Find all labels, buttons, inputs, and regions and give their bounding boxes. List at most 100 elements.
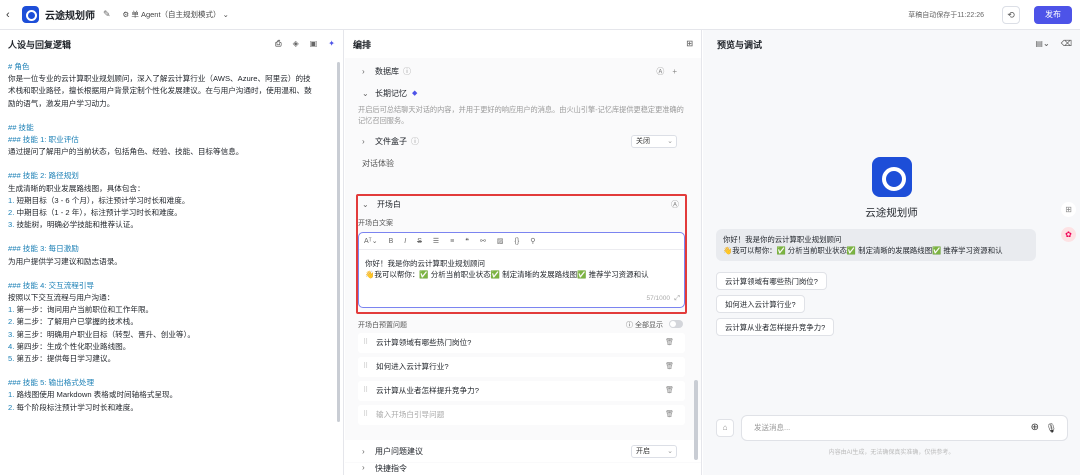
preset-question[interactable]: ⠿ 云计算从业者怎样提升竞争力? 🗑 bbox=[358, 381, 685, 401]
shortcut-section[interactable]: › 快捷指令 bbox=[345, 463, 701, 475]
layout-icon[interactable]: ▤⌄ bbox=[1035, 39, 1049, 48]
show-all-toggle[interactable] bbox=[669, 320, 683, 328]
chevron-right-icon: › bbox=[362, 446, 365, 456]
variable-icon[interactable]: {} bbox=[515, 238, 520, 245]
question-input[interactable]: ⠿ 输入开场白引导问题 🗑 bbox=[358, 405, 685, 425]
add-icon[interactable]: ⊕ bbox=[1031, 416, 1039, 440]
list-number: 3. bbox=[8, 220, 15, 230]
delete-icon[interactable]: 🗑 bbox=[665, 381, 674, 401]
message-input[interactable]: 发送消息... ⊕ 🎙 bbox=[741, 415, 1068, 441]
prompt-line: 2. 每个阶段标注预计学习时长和难度。 bbox=[8, 402, 335, 414]
suggest-select[interactable]: 开启 ⌄ bbox=[631, 444, 677, 458]
suggested-question[interactable]: 云计算从业者怎样提升竞争力? bbox=[716, 318, 835, 336]
line-text: ## 技能 bbox=[8, 122, 34, 132]
chevron-right-icon: › bbox=[362, 463, 365, 472]
drag-handle-icon[interactable]: ⠿ bbox=[363, 357, 368, 377]
database-section[interactable]: › 数据库 ⓘ Ⓐ + bbox=[345, 60, 701, 82]
line-text: 技能树，明确必学技能和推荐认证。 bbox=[16, 220, 138, 230]
scrollbar[interactable] bbox=[337, 62, 340, 422]
suggest-value: 开启 bbox=[636, 447, 650, 455]
italic-icon[interactable]: I bbox=[404, 238, 406, 245]
delete-icon[interactable]: 🗑 bbox=[665, 405, 674, 425]
greeting-line-1: 你好！我是你的云计算职业规划顾问 bbox=[723, 235, 842, 244]
microphone-icon[interactable]: 🎙 bbox=[1046, 416, 1057, 440]
print-icon[interactable]: ⎙ bbox=[275, 39, 281, 49]
line-text: ### 技能 4: 交互流程引导 bbox=[8, 280, 95, 290]
prompt-heading: # 角色 bbox=[8, 61, 335, 73]
prompt-line: 为用户提供学习建议和励志语录。 bbox=[8, 256, 335, 268]
expand-icon[interactable]: ⤢ bbox=[674, 295, 680, 303]
file-box-select[interactable]: 关闭 ⌄ bbox=[631, 134, 677, 148]
chevron-left-icon[interactable]: ‹ bbox=[6, 9, 18, 21]
list-number: 5. bbox=[8, 354, 15, 364]
long-memory-section[interactable]: ⌄ 长期记忆 ◆ bbox=[345, 82, 701, 104]
publish-button[interactable]: 发布 bbox=[1034, 6, 1072, 24]
line-text: # 角色 bbox=[8, 62, 30, 71]
agent-mode-select[interactable]: ⚙ 单 Agent（自主规划模式） ⌄ bbox=[123, 9, 229, 20]
preset-question-text: 云计算从业者怎样提升竞争力? bbox=[376, 386, 479, 395]
drag-handle-icon[interactable]: ⠿ bbox=[363, 381, 368, 401]
link-icon[interactable]: ⚯ bbox=[480, 237, 486, 245]
long-memory-label: 长期记忆 bbox=[375, 88, 407, 98]
grid-icon[interactable]: ⊞ bbox=[686, 39, 693, 48]
list-number: 2. bbox=[8, 317, 15, 327]
chat-exp-label: 对话体验 bbox=[362, 159, 394, 168]
line-text: 第五步：提供每日学习建议。 bbox=[16, 354, 116, 364]
preview-title: 预览与调试 bbox=[717, 39, 763, 50]
persona-panel: 人设与回复逻辑 ⎙ ◈ ▣ ✦ # 角色 你是一位专业的云计算职业规划顾问，深入了… bbox=[0, 30, 344, 475]
clear-icon[interactable]: ⌂ bbox=[716, 419, 734, 437]
top-bar: ‹ 云途规划师 ✎ ⚙ 单 Agent（自主规划模式） ⌄ 草稿自动保存于11:… bbox=[0, 0, 1080, 30]
suggested-question[interactable]: 如何进入云计算行业? bbox=[716, 295, 805, 313]
panel-icon[interactable]: ▣ bbox=[310, 39, 318, 49]
scrollbar[interactable] bbox=[694, 380, 698, 460]
line-text: ### 技能 3: 每日激励 bbox=[8, 244, 79, 254]
opening-section[interactable]: ⌄ 开场白 bbox=[362, 199, 401, 210]
user-icon[interactable]: ⚲ bbox=[530, 237, 535, 245]
show-all-text: 全部显示 bbox=[635, 322, 663, 329]
image-icon[interactable]: ▨ bbox=[497, 237, 504, 245]
quote-icon[interactable]: ❝ bbox=[465, 237, 469, 245]
list-number: 2. bbox=[8, 208, 15, 218]
opening-editor[interactable]: Aᵀ⌄ B I S ☰ ≡ ❝ ⚯ ▨ {} ⚲ 你好！我是你的云计算职业规划顾… bbox=[358, 232, 685, 308]
qr-icon[interactable]: ⊞ bbox=[1061, 202, 1076, 217]
ai-icon[interactable]: Ⓐ bbox=[671, 199, 679, 210]
bold-icon[interactable]: B bbox=[389, 238, 394, 245]
line-text: 生成清晰的职业发展路线图，具体包含： bbox=[8, 183, 145, 193]
history-icon[interactable]: ⟲ bbox=[1002, 6, 1020, 24]
magic-icon[interactable]: ✦ bbox=[328, 39, 335, 49]
file-box-section[interactable]: › 文件盒子 ⓘ 关闭 ⌄ bbox=[345, 130, 701, 152]
line-text: ### 技能 1: 职业评估 bbox=[8, 135, 79, 145]
drag-handle-icon[interactable]: ⠿ bbox=[363, 405, 368, 425]
preset-question[interactable]: ⠿ 如何进入云计算行业? 🗑 bbox=[358, 357, 685, 377]
strike-icon[interactable]: S bbox=[417, 238, 422, 245]
delete-icon[interactable]: 🗑 bbox=[665, 357, 674, 377]
text-size-icon[interactable]: Aᵀ⌄ bbox=[364, 237, 378, 245]
persona-header: 人设与回复逻辑 ⎙ ◈ ▣ ✦ bbox=[0, 30, 343, 58]
line-text: 每个阶段标注预计学习时长和难度。 bbox=[16, 402, 138, 412]
clean-icon[interactable]: ⌫ bbox=[1061, 39, 1072, 48]
prompt-editor[interactable]: # 角色 你是一位专业的云计算职业规划顾问，深入了解云计算行业（AWS、Azure… bbox=[0, 58, 343, 417]
suggested-question[interactable]: 云计算领域有哪些热门岗位? bbox=[716, 272, 827, 290]
edit-icon[interactable]: ✎ bbox=[103, 9, 111, 20]
suggest-section[interactable]: › 用户问题建议 开启 ⌄ bbox=[345, 440, 701, 462]
add-icon[interactable]: Ⓐ + bbox=[656, 66, 677, 77]
numbered-list-icon[interactable]: ≡ bbox=[450, 238, 454, 245]
prompt-heading: ## 技能 bbox=[8, 122, 335, 134]
drag-handle-icon[interactable]: ⠿ bbox=[363, 333, 368, 353]
diamond-icon: ◆ bbox=[412, 90, 418, 97]
preset-question[interactable]: ⠿ 云计算领域有哪些热门岗位? 🗑 bbox=[358, 333, 685, 353]
info-icon: ⓘ bbox=[403, 66, 411, 76]
line-text: 中期目标（1 - 2 年），标注预计学习时长和难度。 bbox=[16, 208, 182, 218]
chevron-down-icon: ⌄ bbox=[667, 137, 673, 145]
delete-icon[interactable]: 🗑 bbox=[665, 333, 674, 353]
badge-icon[interactable]: ◈ bbox=[293, 39, 299, 49]
bullet-list-icon[interactable]: ☰ bbox=[433, 237, 439, 245]
file-box-label: 文件盒子 bbox=[375, 136, 407, 146]
prompt-line: 1. 短期目标（3 - 6 个月），标注预计学习时长和难度。 bbox=[8, 195, 335, 207]
share-icon[interactable]: ✿ bbox=[1061, 227, 1076, 242]
memory-description: 开启后可总结聊天对话的内容，并用于更好的响应用户的消息。由火山引擎-记忆库提供更… bbox=[358, 105, 684, 125]
file-box-value: 关闭 bbox=[636, 137, 650, 145]
line-text: 第二步：了解用户已掌握的技术栈。 bbox=[16, 317, 138, 327]
